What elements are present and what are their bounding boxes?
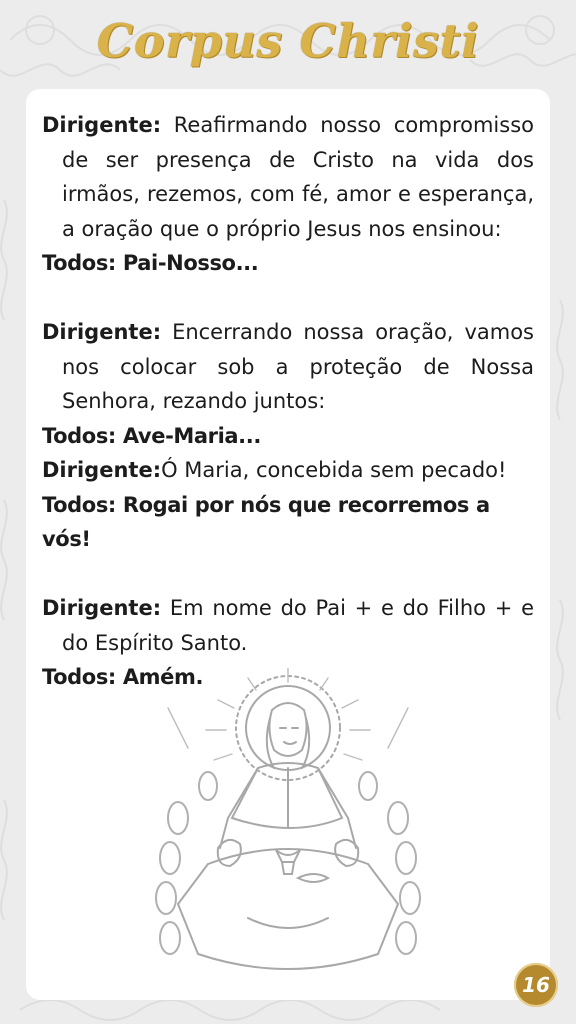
- todos-response: Todos: Ave-Maria...: [42, 423, 261, 448]
- prayer-text: Dirigente: Reafirmando nosso compromisso…: [42, 108, 534, 695]
- speaker-label: Dirigente:: [42, 458, 162, 482]
- dirigente-line: Dirigente: Encerrando nossa oração, vamo…: [42, 315, 534, 419]
- dirigente-line: Dirigente: Reafirmando nosso compromisso…: [42, 108, 534, 246]
- speaker-label: Dirigente:: [42, 596, 162, 620]
- jesus-eucharist-illustration: [155, 668, 421, 970]
- speaker-text: Ó Maria, concebida sem pecado!: [161, 458, 507, 482]
- todos-response: Todos: Pai-Nosso...: [42, 251, 259, 275]
- page-number-badge: 16: [514, 963, 558, 1007]
- dirigente-line: Dirigente: Em nome do Pai + e do Filho +…: [42, 591, 534, 660]
- page-title: Corpus Christi: [96, 14, 480, 68]
- speaker-label: Dirigente:: [42, 320, 162, 344]
- todos-response: Todos: Rogai por nós que recorremos a vó…: [42, 492, 490, 552]
- dirigente-line: Dirigente:Ó Maria, concebida sem pecado!: [42, 453, 534, 488]
- speaker-label: Dirigente:: [42, 113, 162, 137]
